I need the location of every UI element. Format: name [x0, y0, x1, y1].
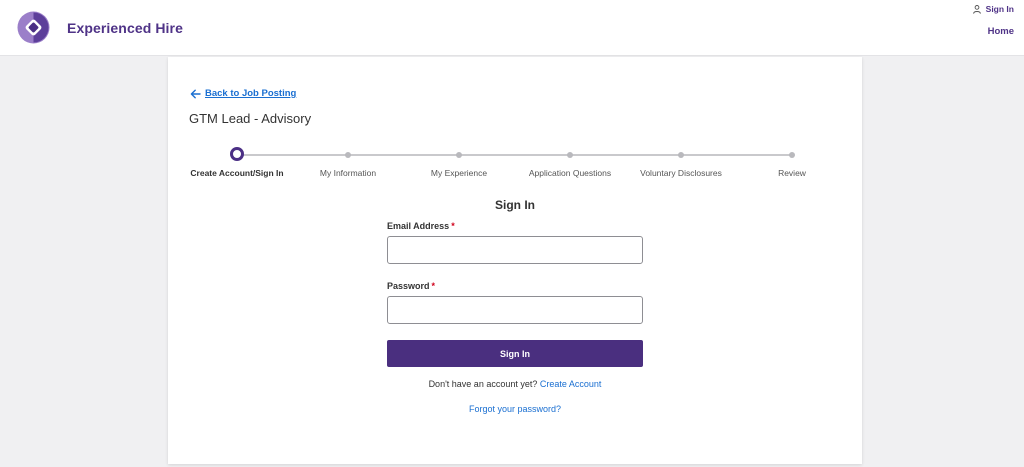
- sign-in-button[interactable]: Sign In: [387, 340, 643, 367]
- step-label-my-information: My Information: [319, 168, 377, 178]
- home-link[interactable]: Home: [988, 26, 1014, 37]
- header-sign-in-link[interactable]: Sign In: [972, 4, 1014, 14]
- password-field[interactable]: [387, 296, 643, 324]
- step-marker-create-account: [230, 147, 244, 161]
- email-label: Email Address *: [387, 221, 455, 231]
- step-label-my-experience: My Experience: [430, 168, 488, 178]
- step-label-application-questions: Application Questions: [528, 168, 612, 178]
- application-card: Back to Job Posting GTM Lead - Advisory …: [168, 57, 862, 464]
- arrow-left-icon: [190, 89, 201, 98]
- top-bar: Experienced Hire Sign In Home: [0, 0, 1024, 56]
- email-label-text: Email Address: [387, 221, 450, 231]
- required-marker: *: [451, 221, 455, 231]
- company-logo[interactable]: [17, 11, 50, 44]
- step-label-review: Review: [778, 168, 806, 178]
- step-marker-my-experience: [456, 152, 462, 158]
- step-label-voluntary-disclosures: Voluntary Disclosures: [640, 168, 722, 178]
- email-field[interactable]: [387, 236, 643, 264]
- step-marker-my-information: [345, 152, 351, 158]
- stepper-track: [237, 154, 792, 156]
- forgot-password-row: Forgot your password?: [168, 404, 862, 414]
- back-label: Back to Job Posting: [205, 88, 297, 99]
- back-to-job-posting-link[interactable]: Back to Job Posting: [190, 88, 296, 99]
- job-title: GTM Lead - Advisory: [189, 111, 312, 126]
- step-marker-voluntary-disclosures: [678, 152, 684, 158]
- step-marker-application-questions: [567, 152, 573, 158]
- forgot-password-link[interactable]: Forgot your password?: [469, 404, 561, 414]
- header-sign-in-label: Sign In: [985, 4, 1014, 14]
- no-account-prompt: Don't have an account yet? Create Accoun…: [168, 379, 862, 389]
- password-label-text: Password: [387, 281, 430, 291]
- step-label-create-account: Create Account/Sign In: [190, 168, 284, 178]
- user-icon: [972, 4, 981, 14]
- step-marker-review: [789, 152, 795, 158]
- sign-in-heading: Sign In: [495, 198, 535, 212]
- password-label: Password *: [387, 281, 435, 291]
- no-account-text: Don't have an account yet?: [428, 379, 538, 389]
- brand-name: Experienced Hire: [67, 20, 183, 36]
- application-stepper: Create Account/Sign In My Information My…: [168, 147, 862, 187]
- required-marker: *: [431, 281, 436, 291]
- create-account-link[interactable]: Create Account: [540, 379, 602, 389]
